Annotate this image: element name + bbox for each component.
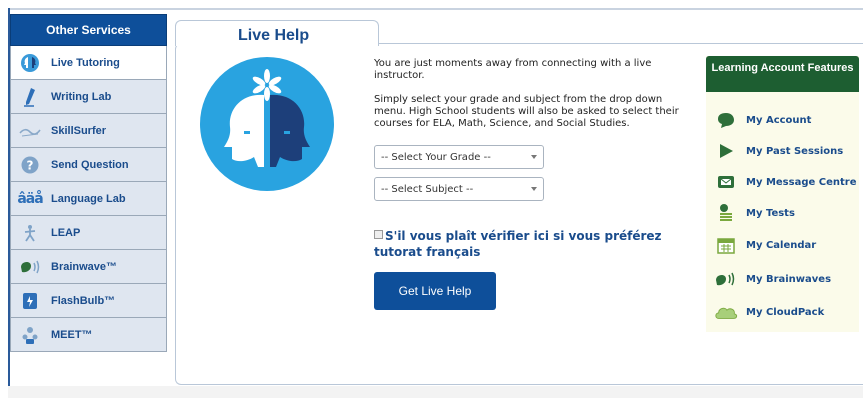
feature-my-message-centre[interactable]: My Message Centre	[714, 171, 857, 193]
sidebar-item-brainwave[interactable]: Brainwave™	[10, 250, 167, 284]
chevron-down-icon	[531, 187, 537, 191]
french-option: S'il vous plaît vérifier ici si vous pré…	[374, 228, 694, 260]
get-live-help-button[interactable]: Get Live Help	[374, 272, 496, 310]
sidebar-item-label: Language Lab	[51, 192, 126, 205]
other-services-sidebar: Other Services Live Tutoring Writing Lab…	[10, 14, 167, 352]
meet-icon	[19, 324, 41, 346]
feature-my-past-sessions[interactable]: My Past Sessions	[714, 140, 843, 162]
tab-live-help[interactable]: Live Help	[175, 20, 379, 46]
sidebar-item-label: LEAP	[51, 226, 81, 239]
french-option-label: S'il vous plaît vérifier ici si vous pré…	[374, 229, 662, 259]
feature-my-account[interactable]: My Account	[714, 109, 811, 131]
question-icon: ?	[19, 154, 41, 176]
sidebar-item-live-tutoring[interactable]: Live Tutoring	[10, 46, 167, 80]
grade-select-value: -- Select Your Grade --	[381, 151, 491, 163]
subject-select-value: -- Select Subject --	[381, 183, 474, 195]
feature-my-calendar[interactable]: My Calendar	[714, 234, 816, 256]
sidebar-item-label: Live Tutoring	[51, 56, 120, 69]
sidebar-item-label: FlashBulb™	[51, 294, 116, 307]
cloud-icon	[714, 301, 738, 323]
chat-bubble-icon	[714, 109, 738, 131]
flashbulb-icon	[19, 290, 41, 312]
feature-label: My Calendar	[746, 239, 817, 251]
feature-my-brainwaves[interactable]: My Brainwaves	[714, 268, 831, 290]
sidebar-item-label: SkillSurfer	[51, 124, 107, 137]
grade-select[interactable]: -- Select Your Grade --	[374, 145, 544, 169]
page-title: Live Help	[238, 27, 310, 44]
sidebar-item-send-question[interactable]: ? Send Question	[10, 148, 167, 182]
instructions-text: Simply select your grade and subject fro…	[374, 94, 679, 129]
sidebar-item-label: Send Question	[51, 158, 129, 171]
live-help-description: You are just moments away from connectin…	[374, 58, 694, 142]
sidebar-item-leap[interactable]: LEAP	[10, 216, 167, 250]
live-help-logo	[198, 55, 336, 193]
french-tutoring-checkbox[interactable]	[374, 230, 383, 239]
sidebar-header: Other Services	[10, 14, 167, 46]
sidebar-item-label: Writing Lab	[51, 90, 112, 103]
sidebar-item-skillsurfer[interactable]: SkillSurfer	[10, 114, 167, 148]
sidebar-item-meet[interactable]: MEET™	[10, 318, 167, 352]
wave-icon	[19, 120, 41, 142]
pen-icon	[19, 86, 41, 108]
play-icon	[714, 140, 738, 162]
faces-icon	[19, 52, 41, 74]
sidebar-item-label: Brainwave™	[51, 260, 118, 273]
feature-label: My CloudPack	[746, 306, 825, 318]
tests-icon	[714, 202, 738, 224]
calendar-icon	[714, 234, 738, 256]
feature-my-cloudpack[interactable]: My CloudPack	[714, 301, 824, 323]
sidebar-item-language-lab[interactable]: âäå Language Lab	[10, 182, 167, 216]
leap-icon	[19, 222, 41, 244]
subject-select[interactable]: -- Select Subject --	[374, 177, 544, 201]
frame-bottom-bar	[8, 386, 863, 398]
learning-account-features: Learning Account Features My Account My …	[706, 56, 859, 332]
feature-label: My Past Sessions	[746, 145, 844, 157]
brainwave-icon	[19, 256, 41, 278]
sidebar-item-writing-lab[interactable]: Writing Lab	[10, 80, 167, 114]
feature-label: My Message Centre	[746, 176, 857, 188]
feature-label: My Account	[746, 114, 812, 126]
sidebar-item-flashbulb[interactable]: FlashBulb™	[10, 284, 167, 318]
features-header: Learning Account Features	[706, 56, 859, 92]
intro-text: You are just moments away from connectin…	[374, 58, 652, 81]
feature-label: My Brainwaves	[746, 273, 832, 285]
brainwave-icon	[714, 268, 738, 290]
feature-my-tests[interactable]: My Tests	[714, 202, 795, 224]
feature-label: My Tests	[746, 207, 795, 219]
chevron-down-icon	[531, 155, 537, 159]
svg-text:?: ?	[27, 158, 34, 172]
frame-top-border	[8, 8, 863, 10]
sidebar-item-label: MEET™	[51, 328, 93, 341]
envelope-icon	[714, 171, 738, 193]
letters-icon: âäå	[17, 190, 43, 207]
